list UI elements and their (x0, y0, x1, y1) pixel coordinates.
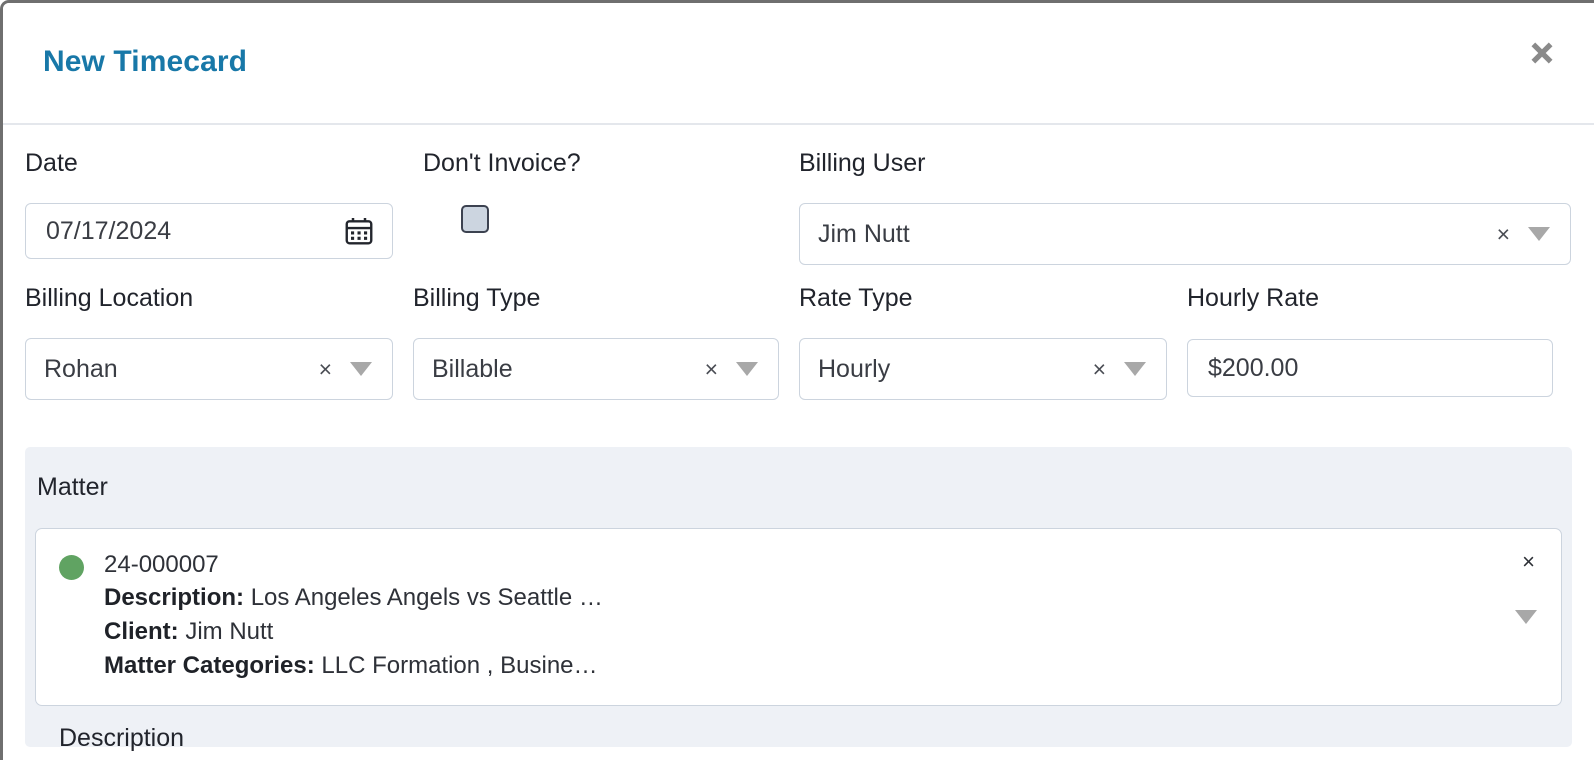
field-label-billing-location: Billing Location (25, 284, 194, 312)
field-hourly-rate: Hourly Rate $200.00 (1187, 286, 1553, 397)
hourly-rate-value: $200.00 (1208, 353, 1299, 382)
matter-clear-icon[interactable]: × (1522, 551, 1535, 573)
billing-type-value: Billable (432, 354, 513, 383)
billing-user-select[interactable]: Jim Nutt × (799, 203, 1571, 265)
matter-details: 24-000007 Description: Los Angeles Angel… (36, 549, 1561, 683)
billing-location-select[interactable]: Rohan × (25, 338, 393, 400)
matter-client-value: Jim Nutt (185, 618, 274, 645)
field-billing-location: Billing Location Rohan × (25, 286, 393, 400)
matter-categories-label: Matter Categories: (104, 652, 315, 679)
form-row-2: Billing Location Rohan × Billing Type Bi… (3, 286, 1594, 447)
matter-description-label: Description: (104, 584, 245, 611)
field-label-hourly-rate: Hourly Rate (1187, 284, 1319, 312)
date-input-value: 07/17/2024 (46, 216, 172, 245)
description-section-heading: Description (59, 724, 185, 752)
billing-type-clear-icon[interactable]: × (695, 357, 728, 381)
rate-type-value: Hourly (818, 354, 891, 383)
close-icon (1527, 38, 1557, 68)
form-row-1: Date 07/17/2024 Don't Invoice? Billing U… (3, 125, 1594, 286)
chevron-down-icon[interactable] (1124, 362, 1146, 376)
matter-categories-value: LLC Formation , Busine… (321, 652, 598, 679)
billing-user-clear-icon[interactable]: × (1487, 222, 1520, 246)
new-timecard-dialog: New Timecard Date 07/17/2024 Don't Invoi… (0, 0, 1594, 760)
date-input[interactable]: 07/17/2024 (25, 203, 393, 259)
field-billing-type: Billing Type Billable × (413, 286, 779, 400)
matter-id: 24-000007 (104, 551, 219, 578)
billing-user-value: Jim Nutt (818, 219, 910, 248)
matter-description-line: Description: Los Angeles Angels vs Seatt… (104, 581, 1441, 615)
field-billing-user: Billing User Jim Nutt × (799, 151, 1571, 265)
matter-section-heading: Matter (37, 473, 108, 501)
status-badge (59, 555, 84, 580)
field-label-rate-type: Rate Type (799, 284, 913, 312)
matter-panel: Matter 24-000007 Description: Los Angele… (25, 447, 1572, 752)
billing-location-value: Rohan (44, 354, 118, 383)
rate-type-clear-icon[interactable]: × (1083, 357, 1116, 381)
field-label-dont-invoice: Don't Invoice? (423, 149, 581, 177)
chevron-down-icon[interactable] (1515, 610, 1537, 624)
chevron-down-icon[interactable] (350, 362, 372, 376)
chevron-down-icon[interactable] (736, 362, 758, 376)
field-rate-type: Rate Type Hourly × (799, 286, 1167, 400)
page-title: New Timecard (43, 45, 248, 78)
field-date: Date 07/17/2024 (25, 151, 393, 259)
field-dont-invoice: Don't Invoice? (423, 151, 763, 233)
field-label-billing-type: Billing Type (413, 284, 541, 312)
matter-client-line: Client: Jim Nutt (104, 615, 1441, 649)
billing-type-select[interactable]: Billable × (413, 338, 779, 400)
field-label-billing-user: Billing User (799, 149, 926, 177)
chevron-down-icon[interactable] (1528, 227, 1550, 241)
close-button[interactable] (1520, 31, 1564, 75)
hourly-rate-input[interactable]: $200.00 (1187, 339, 1553, 397)
dialog-body: Date 07/17/2024 Don't Invoice? Billing U… (3, 125, 1594, 752)
billing-location-clear-icon[interactable]: × (309, 357, 342, 381)
matter-client-label: Client: (104, 618, 179, 645)
matter-description-value: Los Angeles Angels vs Seattle … (250, 584, 603, 611)
matter-select-card[interactable]: 24-000007 Description: Los Angeles Angel… (35, 528, 1562, 706)
field-label-date: Date (25, 149, 78, 177)
dialog-header: New Timecard (3, 3, 1594, 125)
matter-categories-line: Matter Categories: LLC Formation , Busin… (104, 649, 1441, 683)
dont-invoice-checkbox[interactable] (461, 205, 489, 233)
calendar-icon[interactable] (344, 216, 374, 246)
rate-type-select[interactable]: Hourly × (799, 338, 1167, 400)
